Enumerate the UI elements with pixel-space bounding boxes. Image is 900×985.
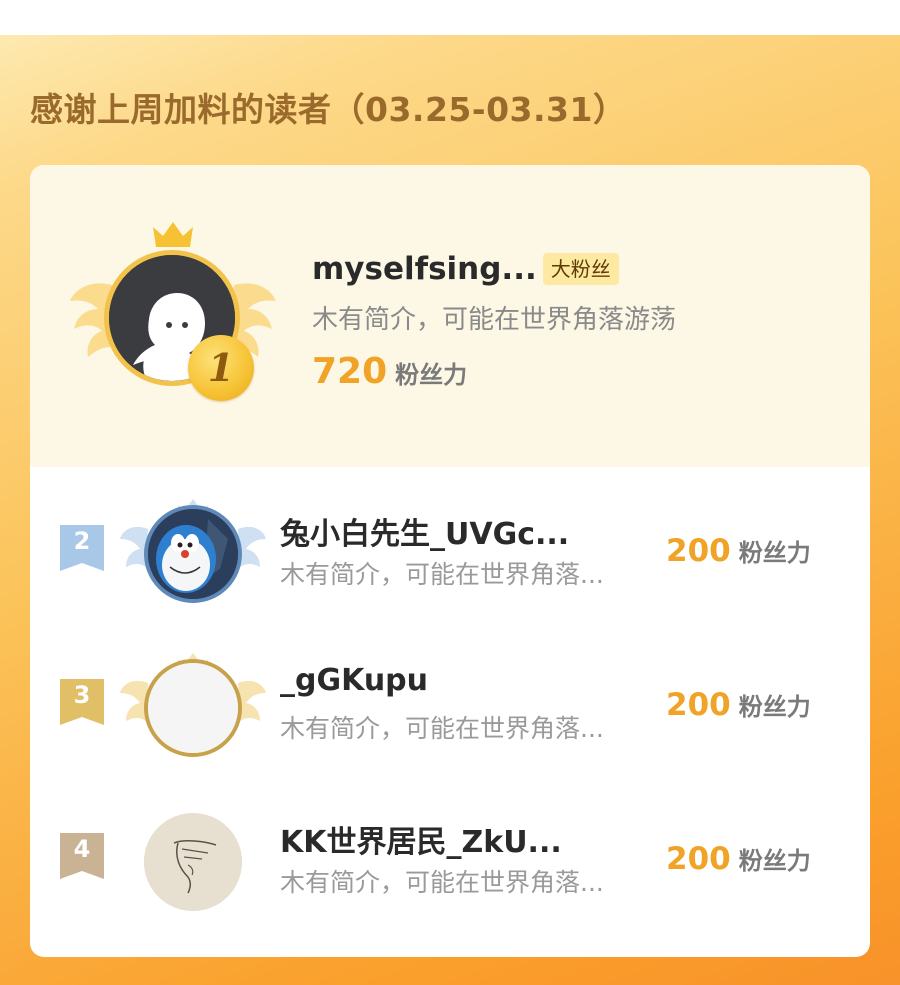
- reader-score: 200 粉丝力: [666, 533, 811, 569]
- list-item[interactable]: 3 _gGKupu 木有简介，可能在世界角落... 200 粉丝力: [30, 637, 870, 767]
- reader-bio: 木有简介，可能在世界角落...: [280, 868, 604, 897]
- top-reader-bio: 木有简介，可能在世界角落游荡: [312, 305, 677, 335]
- crown-icon: [153, 222, 193, 247]
- top-reader-name[interactable]: myselfsing...: [312, 251, 537, 287]
- reader-bio: 木有简介，可能在世界角落...: [280, 714, 604, 743]
- sketch-face-avatar-icon: [144, 813, 242, 911]
- score-value: 720: [312, 351, 388, 392]
- top-reader[interactable]: 1 myselfsing... 大粉丝 木有简介，可能在世界角落游荡 720 粉…: [30, 165, 870, 467]
- reader-score: 200 粉丝力: [666, 687, 811, 723]
- rank-number: 2: [73, 527, 91, 555]
- rank-number: 4: [73, 835, 91, 863]
- reader-score: 200 粉丝力: [666, 841, 811, 877]
- list-item[interactable]: 4 KK世界居民_ZkU... 木有简介，可能在世界角落... 200 粉丝力: [30, 791, 870, 921]
- rank-number: 3: [73, 681, 91, 709]
- reader-name[interactable]: _gGKupu: [280, 663, 428, 698]
- avatar-frame: [118, 493, 268, 613]
- avatar-frame: [118, 801, 268, 921]
- reader-avatar[interactable]: [144, 505, 242, 603]
- score-unit: 粉丝力: [738, 847, 811, 875]
- reader-name[interactable]: 兔小白先生_UVGc...: [280, 509, 569, 553]
- score-value: 200: [666, 687, 731, 723]
- score-unit: 粉丝力: [738, 539, 811, 567]
- panel-title: 感谢上周加料的读者（03.25-03.31）: [30, 90, 627, 129]
- reader-bio: 木有简介，可能在世界角落...: [280, 560, 604, 589]
- top-reader-score: 720 粉丝力: [312, 351, 467, 392]
- reader-name[interactable]: KK世界居民_ZkU...: [280, 817, 562, 861]
- rank-badge-1: 1: [188, 335, 254, 401]
- doraemon-avatar-icon: [148, 509, 238, 599]
- reader-avatar[interactable]: [144, 813, 242, 911]
- blank-avatar-icon: [148, 663, 238, 753]
- reader-thanks-panel: 感谢上周加料的读者（03.25-03.31） 1 myselfsing... 大…: [0, 35, 900, 985]
- page: 感谢上周加料的读者（03.25-03.31） 1 myselfsing... 大…: [0, 0, 900, 985]
- avatar-frame: [118, 647, 268, 767]
- score-value: 200: [666, 533, 731, 569]
- fan-badge: 大粉丝: [542, 253, 619, 285]
- top-name-row: myselfsing... 大粉丝: [312, 251, 619, 287]
- leaderboard-card: 1 myselfsing... 大粉丝 木有简介，可能在世界角落游荡 720 粉…: [30, 165, 870, 957]
- score-unit: 粉丝力: [395, 361, 468, 389]
- score-unit: 粉丝力: [738, 693, 811, 721]
- reader-avatar[interactable]: [144, 659, 242, 757]
- list-item[interactable]: 2 兔小白先生_UVGc... 木有简介，可能在世界角落... 200 粉丝力: [30, 483, 870, 613]
- score-value: 200: [666, 841, 731, 877]
- top-avatar-frame: 1: [68, 215, 278, 405]
